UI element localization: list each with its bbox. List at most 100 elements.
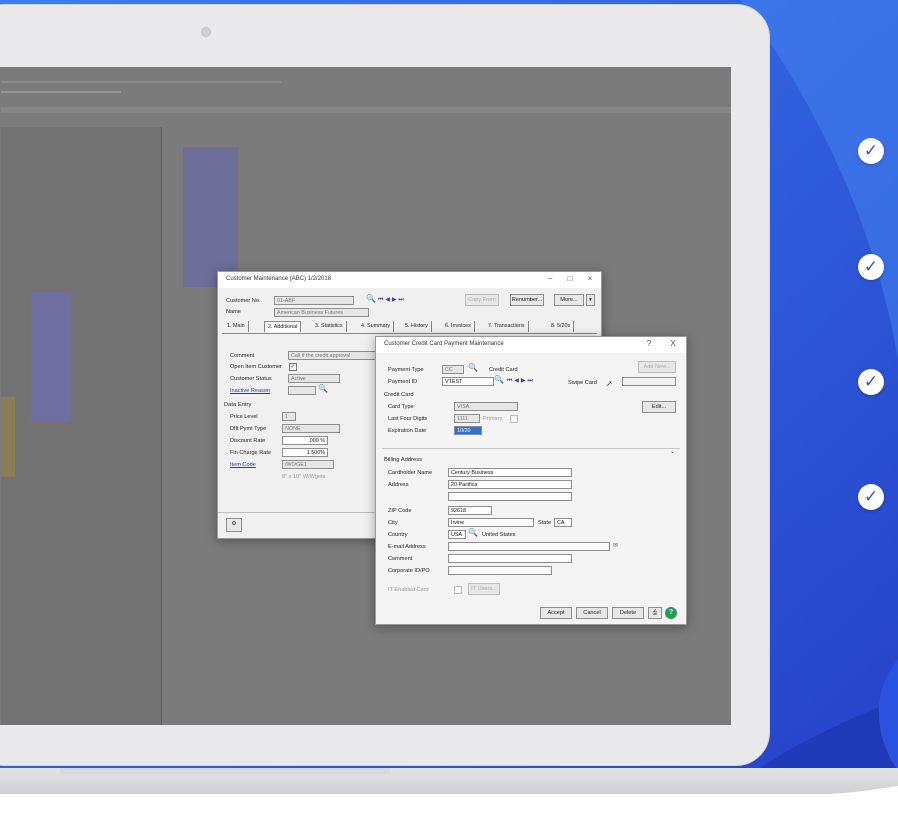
- record-nav-icon[interactable]: ⏮ ◀ ▶ ⏭: [378, 296, 404, 304]
- item-code-link[interactable]: Item Code: [230, 462, 256, 468]
- laptop-base: [0, 768, 898, 794]
- close-button[interactable]: ×: [583, 274, 597, 283]
- check-icon: ✓: [858, 138, 884, 164]
- cc-divider: [382, 448, 680, 449]
- tab-invoices[interactable]: 6. Invoices: [442, 321, 475, 332]
- email-field[interactable]: [448, 542, 610, 551]
- minimize-button[interactable]: –: [543, 274, 557, 283]
- address-line-2-field[interactable]: [448, 492, 572, 501]
- data-entry-section: Data Entry: [224, 402, 252, 408]
- billing-toggle-icon[interactable]: ⌄: [670, 448, 675, 455]
- tab-transactions[interactable]: 7. Transactions: [485, 321, 529, 332]
- add-new-button[interactable]: Add New...: [638, 361, 676, 373]
- blurred-list: [183, 147, 238, 287]
- card-type-label: Card Type: [388, 404, 414, 410]
- copy-from-button[interactable]: Copy From: [465, 294, 499, 306]
- accept-button[interactable]: Accept: [540, 607, 572, 619]
- country-lookup-icon[interactable]: 🔍: [468, 528, 478, 537]
- item-code-description: 8" x 10" W/Wgets: [282, 474, 326, 480]
- maximize-button[interactable]: □: [563, 274, 577, 283]
- cursor-icon: ➚: [606, 379, 613, 388]
- email-compose-icon[interactable]: ✉: [613, 542, 618, 549]
- cardholder-field[interactable]: Century Business: [448, 468, 572, 477]
- payment-nav-icon[interactable]: ⏮ ◀ ▶ ⏭: [507, 377, 533, 385]
- window-title: Customer Maintenance (ABC) 1/2/2018: [226, 276, 332, 282]
- open-item-label: Open Item Customer: [230, 364, 282, 370]
- comment-label-cc: Comment: [388, 556, 413, 562]
- help-button[interactable]: ?: [642, 339, 656, 348]
- payment-type-label: Payment Type: [388, 367, 424, 373]
- renumber-button[interactable]: Renumber...: [510, 294, 544, 306]
- last-four-field[interactable]: 1111: [454, 414, 480, 423]
- it-enabled-checkbox[interactable]: [454, 586, 462, 594]
- payment-type-lookup-icon[interactable]: 🔍: [468, 363, 478, 372]
- discount-rate-label: Discount Rate: [230, 438, 266, 444]
- tab-summary[interactable]: 4. Summary: [358, 321, 395, 332]
- cardholder-label: Cardholder Name: [388, 470, 433, 476]
- more-button[interactable]: More...: [554, 294, 584, 306]
- state-label: State: [538, 520, 552, 526]
- it-users-button[interactable]: IT Users...: [468, 583, 500, 595]
- discount-rate-field[interactable]: .000 %: [282, 436, 328, 445]
- inactive-reason-link[interactable]: Inactive Reason: [230, 388, 270, 394]
- primary-checkbox[interactable]: [510, 415, 518, 423]
- corporate-id-field[interactable]: [448, 566, 552, 575]
- credit-card-section: Credit Card: [384, 392, 414, 398]
- cc-payment-window: Customer Credit Card Payment Maintenance…: [375, 336, 687, 625]
- swipe-card-label: Swipe Card: [568, 380, 597, 386]
- comment-field[interactable]: Call if the credit approval: [288, 351, 376, 360]
- customer-icon-button[interactable]: ⚙: [226, 518, 242, 532]
- tab-strip: 1. Main 2. Additional 3. Statistics 4. S…: [224, 321, 600, 333]
- inactive-reason-field[interactable]: [288, 386, 316, 395]
- customer-maintenance-titlebar: Customer Maintenance (ABC) 1/2/2018 – □ …: [218, 272, 601, 288]
- expiration-label: Expiration Date: [388, 428, 427, 434]
- customer-no-field[interactable]: 01-ABF: [274, 296, 354, 305]
- zip-field[interactable]: 92618: [448, 506, 492, 515]
- swipe-card-field[interactable]: [622, 377, 676, 386]
- zip-label: ZIP Code: [388, 508, 412, 514]
- print-icon[interactable]: ⎙: [648, 607, 662, 619]
- tab-statistics[interactable]: 3. Statistics: [312, 321, 347, 332]
- price-level-field[interactable]: 1: [282, 412, 296, 421]
- name-label: Name: [226, 309, 241, 315]
- tab-main[interactable]: 1. Main: [224, 321, 249, 332]
- payment-id-field[interactable]: VTEST: [442, 377, 494, 386]
- item-code-field[interactable]: /W0/GE1: [282, 460, 334, 469]
- tab-5-20s[interactable]: 8. 5/20s: [548, 321, 575, 332]
- cc-close-button[interactable]: X: [666, 339, 680, 348]
- country-field[interactable]: USA: [448, 530, 466, 539]
- customer-status-field[interactable]: Active: [288, 374, 340, 383]
- address-line-1-field[interactable]: 20 Pacifica: [448, 480, 572, 489]
- payment-type-field[interactable]: CC: [442, 365, 464, 374]
- tab-additional[interactable]: 2. Additional: [264, 321, 302, 332]
- lookup-icon[interactable]: 🔍: [366, 294, 376, 303]
- comment-field-cc[interactable]: [448, 554, 572, 563]
- expiration-field[interactable]: 10/20: [454, 426, 482, 435]
- fin-charge-label: Fin Charge Rate: [230, 450, 272, 456]
- payment-id-lookup-icon[interactable]: 🔍: [494, 375, 504, 384]
- card-type-field[interactable]: VISA: [454, 402, 518, 411]
- blurred-toolbar: [1, 91, 121, 93]
- edit-button[interactable]: Edit...: [642, 401, 676, 413]
- open-item-checkbox[interactable]: ✓: [289, 363, 297, 371]
- country-label: Country: [388, 532, 408, 538]
- city-field[interactable]: Irvine: [448, 518, 534, 527]
- help-icon[interactable]: ?: [665, 607, 677, 619]
- dflt-pymt-field[interactable]: NONE: [282, 424, 340, 433]
- last-four-label: Last Four Digits: [388, 416, 428, 422]
- fin-charge-field[interactable]: 1.500%: [282, 448, 328, 457]
- corporate-id-label: Corporate ID/PO: [388, 568, 430, 574]
- inactive-reason-lookup-icon[interactable]: 🔍: [318, 384, 328, 393]
- state-field[interactable]: CA: [554, 518, 572, 527]
- dflt-pymt-label: Dflt Pymt Type: [230, 426, 267, 432]
- more-dropdown-icon[interactable]: ▾: [586, 294, 595, 306]
- cancel-button[interactable]: Cancel: [576, 607, 608, 619]
- delete-button[interactable]: Delete: [612, 607, 644, 619]
- price-level-label: Price Level: [230, 414, 258, 420]
- check-icon: ✓: [858, 369, 884, 395]
- tab-history[interactable]: 5. History: [402, 321, 432, 332]
- blurred-left-panel: [1, 127, 161, 725]
- check-icon: ✓: [858, 484, 884, 510]
- email-label: E-mail Address: [388, 544, 426, 550]
- name-field[interactable]: American Business Futures: [274, 308, 369, 317]
